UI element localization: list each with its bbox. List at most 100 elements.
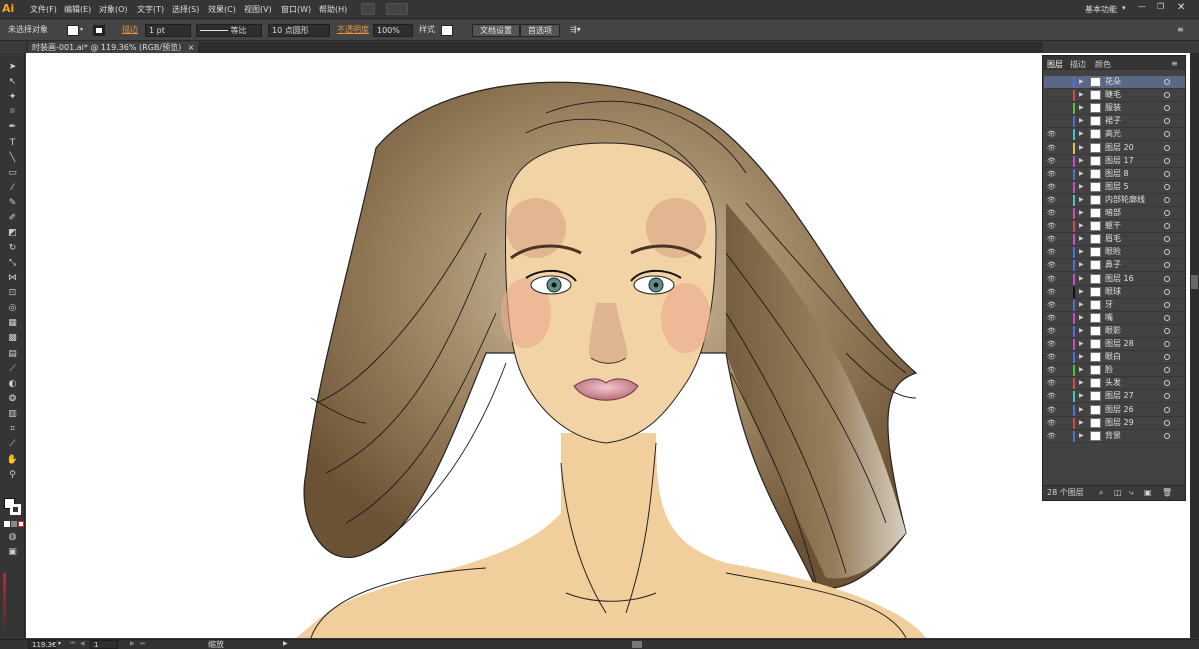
layer-target-icon[interactable] — [1164, 354, 1170, 361]
expand-triangle-icon[interactable]: ▶ — [1079, 115, 1084, 127]
layer-target-icon[interactable] — [1164, 314, 1170, 321]
visibility-eye-icon[interactable]: 👁 — [1047, 220, 1059, 232]
visibility-eye-icon[interactable]: 👁 — [1047, 390, 1059, 402]
maximize-icon[interactable]: ❐ — [1157, 2, 1164, 11]
layer-row[interactable]: 👁 ▶ 内部轮廓线 — [1044, 194, 1185, 207]
layer-row[interactable]: 👁 ▶ 图层 28 — [1044, 338, 1185, 351]
expand-triangle-icon[interactable]: ▶ — [1079, 377, 1084, 389]
delete-layer-icon[interactable]: 🗑 — [1162, 486, 1172, 500]
eyedropper-tool-icon[interactable]: ⟋ — [6, 363, 19, 375]
toolbar-resize-handle[interactable] — [3, 573, 6, 633]
close-tab-icon[interactable]: × — [188, 43, 195, 52]
layer-row[interactable]: 👁 ▶ 眉毛 — [1044, 233, 1185, 247]
layer-name[interactable]: 眼球 — [1105, 286, 1121, 298]
selection-tool-icon[interactable]: ➤ — [6, 61, 19, 73]
layer-row[interactable]: 👁 ▶ 图层 16 — [1044, 273, 1185, 286]
gradient-mode-icon[interactable] — [11, 521, 17, 527]
menu-edit[interactable]: 编辑(E) — [64, 4, 91, 15]
expand-triangle-icon[interactable]: ▶ — [1079, 325, 1084, 337]
layer-name[interactable]: 图层 16 — [1105, 273, 1134, 285]
last-artboard-icon[interactable]: ⏭ — [140, 640, 145, 648]
visibility-eye-icon[interactable]: 👁 — [1047, 299, 1059, 311]
layer-row[interactable]: 👁 ▶ 暗部 — [1044, 207, 1185, 220]
magic-wand-tool-icon[interactable]: ✦ — [6, 91, 19, 103]
layer-name[interactable]: 嘴 — [1105, 312, 1113, 324]
layer-name[interactable]: 图层 27 — [1105, 390, 1134, 402]
layer-name[interactable]: 裙子 — [1105, 115, 1121, 127]
layer-target-icon[interactable] — [1164, 196, 1170, 203]
layer-name[interactable]: 图层 17 — [1105, 155, 1134, 167]
layer-name[interactable]: 牙 — [1105, 299, 1113, 311]
layer-name[interactable]: 图层 8 — [1105, 168, 1129, 180]
document-setup-button[interactable]: 文档设置 — [472, 24, 520, 37]
layer-row[interactable]: ▶ 睫毛 — [1044, 89, 1185, 103]
layer-target-icon[interactable] — [1164, 432, 1170, 439]
layer-target-icon[interactable] — [1164, 288, 1170, 295]
preferences-button[interactable]: 首选项 — [520, 24, 560, 37]
layer-target-icon[interactable] — [1164, 249, 1170, 256]
visibility-eye-icon[interactable]: 👁 — [1047, 233, 1059, 245]
color-mode-icon[interactable] — [4, 521, 10, 527]
eraser-tool-icon[interactable]: ◩ — [6, 227, 19, 239]
layer-name[interactable]: 眼白 — [1105, 351, 1121, 363]
layer-target-icon[interactable] — [1164, 183, 1170, 190]
layer-target-icon[interactable] — [1164, 236, 1170, 243]
expand-triangle-icon[interactable]: ▶ — [1079, 430, 1084, 442]
hand-tool-icon[interactable]: ✋ — [6, 454, 19, 466]
make-clipping-mask-icon[interactable]: ◫ — [1114, 486, 1122, 500]
expand-triangle-icon[interactable]: ▶ — [1079, 194, 1084, 206]
panel-menu-icon[interactable]: ≡ — [1177, 24, 1184, 37]
layer-target-icon[interactable] — [1164, 367, 1170, 374]
visibility-eye-icon[interactable]: 👁 — [1047, 430, 1059, 442]
layer-name[interactable]: 鼻子 — [1105, 259, 1121, 271]
draw-mode-icon[interactable]: ◍ — [6, 531, 19, 543]
screen-mode-icon[interactable]: ▣ — [6, 546, 19, 558]
layer-name[interactable]: 睫毛 — [1105, 89, 1121, 101]
layer-name[interactable]: 眉毛 — [1105, 233, 1121, 245]
expand-triangle-icon[interactable]: ▶ — [1079, 364, 1084, 376]
layer-target-icon[interactable] — [1164, 406, 1170, 413]
visibility-eye-icon[interactable]: 👁 — [1047, 207, 1059, 219]
zoom-dropdown-icon[interactable]: ▾ — [58, 640, 61, 647]
tab-color[interactable]: 颜色 — [1095, 59, 1111, 70]
tab-stroke[interactable]: 描边 — [1070, 59, 1086, 70]
visibility-eye-icon[interactable]: 👁 — [1047, 181, 1059, 193]
width-tool-icon[interactable]: ⋈ — [6, 272, 19, 284]
direct-selection-tool-icon[interactable]: ↖ — [6, 76, 19, 88]
layer-row[interactable]: 👁 ▶ 背景 — [1044, 430, 1185, 443]
layer-target-icon[interactable] — [1164, 223, 1170, 230]
artboard-canvas[interactable] — [26, 53, 1190, 638]
expand-triangle-icon[interactable]: ▶ — [1079, 128, 1084, 140]
layer-target-icon[interactable] — [1164, 275, 1170, 282]
zoom-field[interactable]: 119.3€ — [28, 640, 57, 649]
workspace-chevron-icon[interactable]: ▾ — [1122, 4, 1126, 12]
layer-target-icon[interactable] — [1164, 105, 1170, 112]
menu-type[interactable]: 文字(T) — [137, 4, 164, 15]
layer-name[interactable]: 内部轮廓线 — [1105, 194, 1145, 206]
rectangle-tool-icon[interactable]: ▭ — [6, 167, 19, 179]
expand-triangle-icon[interactable]: ▶ — [1079, 273, 1084, 285]
layer-row[interactable]: 👁 ▶ 牙 — [1044, 299, 1185, 312]
expand-triangle-icon[interactable]: ▶ — [1079, 89, 1084, 101]
layer-name[interactable]: 眼睑 — [1105, 246, 1121, 258]
visibility-eye-icon[interactable]: 👁 — [1047, 364, 1059, 376]
perspective-grid-tool-icon[interactable]: ▦ — [6, 317, 19, 329]
layer-row[interactable]: 👁 ▶ 图层 27 — [1044, 390, 1185, 404]
layer-target-icon[interactable] — [1164, 157, 1170, 164]
visibility-eye-icon[interactable]: 👁 — [1047, 377, 1059, 389]
prev-artboard-icon[interactable]: ◀ — [80, 640, 85, 647]
first-artboard-icon[interactable]: ⏮ — [70, 640, 75, 648]
layer-name[interactable]: 躯干 — [1105, 220, 1121, 232]
layer-target-icon[interactable] — [1164, 419, 1170, 426]
slice-tool-icon[interactable]: ⟋ — [6, 438, 19, 450]
free-transform-tool-icon[interactable]: ⊡ — [6, 287, 19, 299]
artboard-number-field[interactable]: 1 — [90, 640, 118, 649]
layer-name[interactable]: 图层 5 — [1105, 181, 1129, 193]
layer-row[interactable]: 👁 ▶ 眼影 — [1044, 325, 1185, 338]
stroke-weight-field[interactable]: 1 pt — [145, 24, 191, 37]
menu-effect[interactable]: 效果(C) — [208, 4, 236, 15]
visibility-eye-icon[interactable]: 👁 — [1047, 417, 1059, 429]
layer-target-icon[interactable] — [1164, 393, 1170, 400]
fill-swatch[interactable] — [67, 25, 79, 36]
expand-triangle-icon[interactable]: ▶ — [1079, 351, 1084, 363]
